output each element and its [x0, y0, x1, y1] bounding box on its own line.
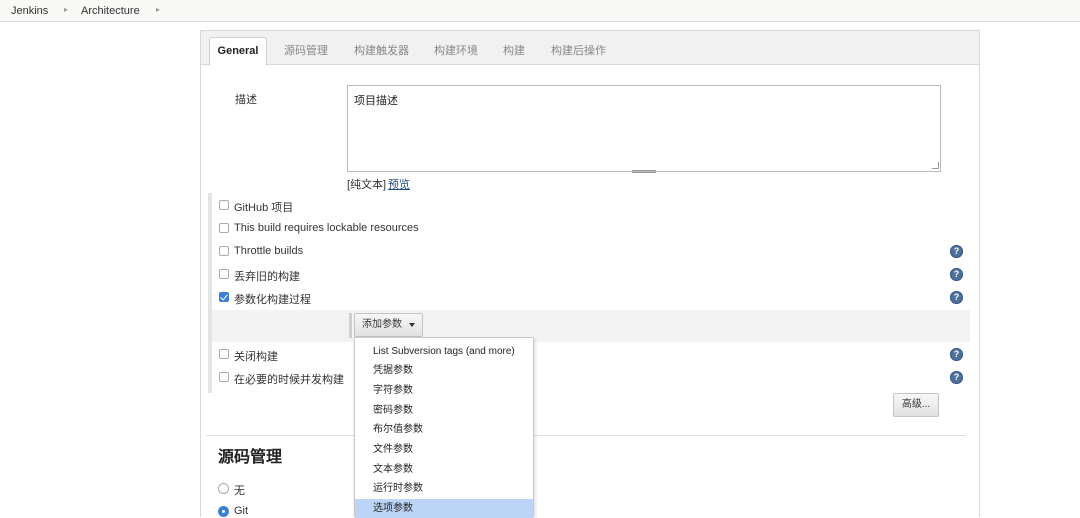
throttle-builds-checkbox[interactable]	[219, 246, 229, 256]
tab-scm[interactable]: 源码管理	[284, 42, 328, 58]
menu-item-list-subversion-tags[interactable]: List Subversion tags (and more)	[355, 342, 533, 361]
disable-build-label: 关闭构建	[234, 351, 278, 363]
breadcrumb: Jenkins ▸ Architecture ▸	[0, 0, 1080, 22]
chevron-right-icon: ▸	[64, 5, 69, 14]
throttle-builds-label: Throttle builds	[234, 245, 304, 257]
section-indent-bar	[208, 193, 212, 393]
parameter-type-menu: List Subversion tags (and more) 凭据参数 字符参…	[354, 337, 534, 518]
plain-text-label: [纯文本]	[347, 179, 387, 191]
add-parameter-label: 添加参数	[362, 319, 402, 330]
description-textarea[interactable]: 项目描述	[347, 85, 941, 172]
concurrent-build-label: 在必要的时候并发构建	[234, 374, 344, 386]
help-icon[interactable]: ?	[950, 245, 963, 258]
preview-link[interactable]: 预览	[388, 176, 410, 192]
description-label: 描述	[235, 94, 257, 106]
disable-build-checkbox[interactable]	[219, 349, 229, 359]
menu-item-password-param[interactable]: 密码参数	[355, 401, 533, 420]
scm-git-radio[interactable]	[218, 506, 229, 517]
github-project-checkbox[interactable]	[219, 200, 229, 210]
menu-item-runtime-param[interactable]: 运行时参数	[355, 479, 533, 498]
menu-item-credentials-param[interactable]: 凭据参数	[355, 361, 533, 380]
discard-old-builds-label: 丢弃旧的构建	[234, 271, 300, 283]
parameterized-build-checkbox[interactable]	[219, 292, 229, 302]
parameter-row	[212, 310, 970, 342]
resize-handle-icon[interactable]	[932, 162, 939, 169]
chevron-right-icon[interactable]: ▸	[156, 5, 160, 14]
scm-none-label: 无	[234, 485, 245, 497]
lockable-resources-checkbox[interactable]	[219, 223, 229, 233]
scm-none-radio[interactable]	[218, 483, 229, 494]
tab-build-environment[interactable]: 构建环境	[434, 42, 478, 58]
tab-build-triggers[interactable]: 构建触发器	[354, 42, 409, 58]
discard-old-builds-checkbox[interactable]	[219, 269, 229, 279]
scm-section-title: 源码管理	[218, 449, 283, 466]
textarea-grip-icon[interactable]	[632, 170, 656, 173]
scm-git-label: Git	[234, 505, 249, 517]
help-icon[interactable]: ?	[950, 291, 963, 304]
breadcrumb-jenkins[interactable]: Jenkins	[11, 5, 48, 17]
menu-item-file-param[interactable]: 文件参数	[355, 440, 533, 459]
github-project-label: GitHub 项目	[234, 202, 294, 214]
menu-item-string-param[interactable]: 字符参数	[355, 381, 533, 400]
tab-post-build[interactable]: 构建后操作	[551, 42, 606, 58]
help-icon[interactable]: ?	[950, 268, 963, 281]
parameterized-build-label: 参数化构建过程	[234, 294, 311, 306]
advanced-button[interactable]: 高级...	[893, 393, 939, 417]
menu-item-text-param[interactable]: 文本参数	[355, 460, 533, 479]
breadcrumb-architecture[interactable]: Architecture	[81, 5, 140, 17]
parameter-indent-bar	[349, 313, 352, 338]
caret-down-icon	[409, 323, 415, 327]
lockable-resources-label: This build requires lockable resources	[234, 222, 419, 234]
menu-item-boolean-param[interactable]: 布尔值参数	[355, 420, 533, 439]
tab-build[interactable]: 构建	[503, 42, 525, 58]
concurrent-build-checkbox[interactable]	[219, 372, 229, 382]
menu-item-choice-param[interactable]: 选项参数	[355, 499, 533, 518]
tab-general[interactable]: General	[209, 37, 267, 66]
help-icon[interactable]: ?	[950, 371, 963, 384]
section-divider	[206, 435, 966, 436]
help-icon[interactable]: ?	[950, 348, 963, 361]
